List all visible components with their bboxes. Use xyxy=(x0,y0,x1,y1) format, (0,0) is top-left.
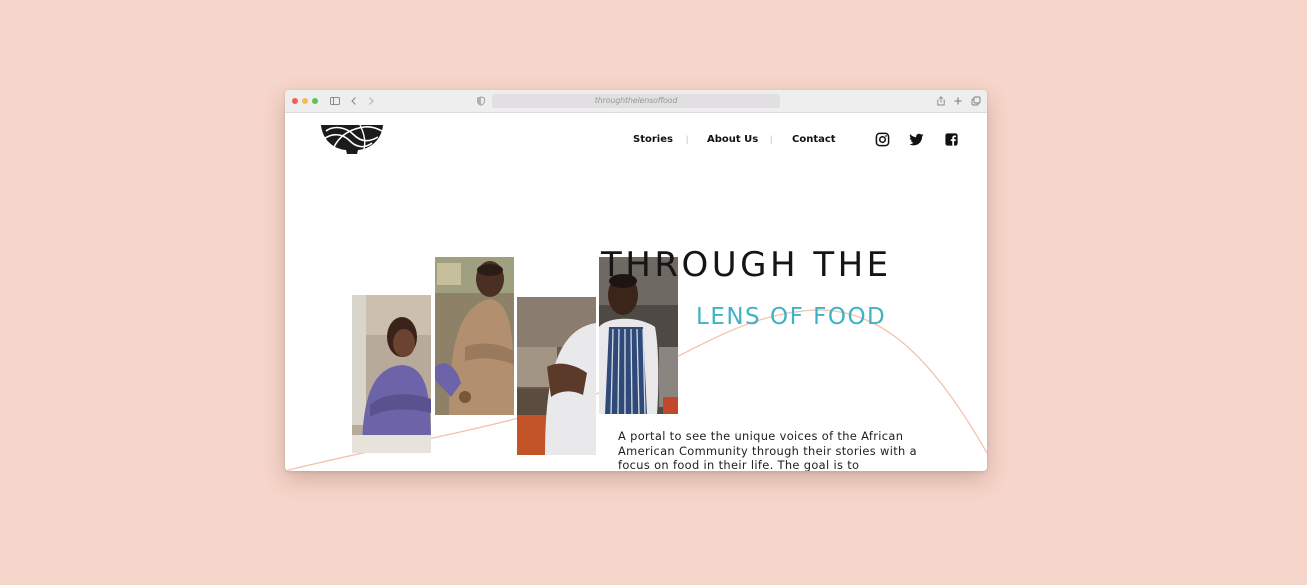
tab-overview-icon[interactable] xyxy=(970,95,982,107)
nav-stories[interactable]: Stories xyxy=(633,134,673,145)
close-window-button[interactable] xyxy=(292,98,298,104)
twitter-icon[interactable] xyxy=(909,132,924,147)
instagram-icon[interactable] xyxy=(875,132,890,147)
facebook-icon[interactable] xyxy=(944,132,959,147)
photo-smiling-man xyxy=(435,257,514,415)
photo-chef-kitchen xyxy=(517,297,596,455)
zoom-window-button[interactable] xyxy=(312,98,318,104)
minimize-window-button[interactable] xyxy=(302,98,308,104)
nav-about-us[interactable]: About Us xyxy=(707,134,758,145)
back-icon[interactable] xyxy=(348,95,360,107)
hero-description: A portal to see the unique voices of the… xyxy=(618,429,917,471)
browser-window: throughthelensoffood Stories | About Us … xyxy=(285,90,987,471)
new-tab-icon[interactable] xyxy=(952,95,964,107)
bowl-logo-icon[interactable] xyxy=(320,123,384,155)
nav-divider: | xyxy=(686,134,689,144)
nav-divider: | xyxy=(770,134,773,144)
hero-title-line2: LENS OF FOOD xyxy=(696,304,887,330)
nav-contact[interactable]: Contact xyxy=(792,134,836,145)
sidebar-toggle-icon[interactable] xyxy=(329,95,341,107)
share-icon[interactable] xyxy=(935,95,947,107)
hero-title-line1: THROUGH THE xyxy=(601,245,892,285)
privacy-shield-icon[interactable] xyxy=(475,95,487,107)
photo-woman-cooking xyxy=(352,295,431,453)
browser-toolbar: throughthelensoffood xyxy=(285,90,987,113)
web-page: Stories | About Us | Contact THROUGH THE… xyxy=(285,113,987,471)
forward-icon[interactable] xyxy=(365,95,377,107)
address-bar[interactable]: throughthelensoffood xyxy=(492,94,780,108)
